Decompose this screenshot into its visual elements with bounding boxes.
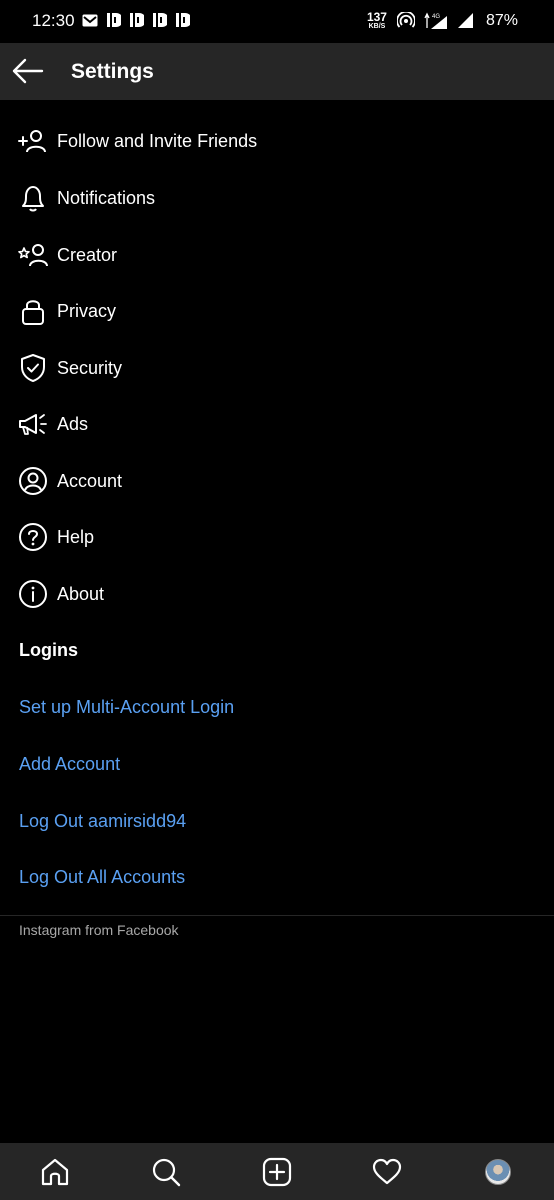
page-title: Settings xyxy=(71,60,154,83)
hotspot-icon xyxy=(396,11,415,28)
bottom-nav xyxy=(0,1143,554,1200)
menu-label-about: About xyxy=(57,583,105,604)
new-post-icon xyxy=(262,1157,292,1187)
menu-item-about[interactable]: About xyxy=(0,566,554,622)
gmail-icon xyxy=(82,14,98,26)
info-circle-icon xyxy=(17,578,49,610)
menu-item-privacy[interactable]: Privacy xyxy=(0,283,554,339)
nav-profile-button[interactable] xyxy=(478,1153,518,1191)
network-speed: 137 KB/S xyxy=(367,11,387,30)
app-bar: Settings xyxy=(0,43,554,100)
battery-level: 87% xyxy=(485,11,518,29)
add-account-link[interactable]: Add Account xyxy=(19,754,120,775)
nav-search-button[interactable] xyxy=(146,1153,186,1191)
menu-item-notifications[interactable]: Notifications xyxy=(0,170,554,226)
heart-icon xyxy=(372,1158,402,1185)
mobile-signal-icon: 4G xyxy=(424,12,447,29)
app-notification-icon xyxy=(176,13,190,27)
nav-home-button[interactable] xyxy=(35,1153,75,1191)
signal-icon xyxy=(457,13,473,28)
status-right: 137 KB/S 4G 87% xyxy=(367,11,518,30)
log-out-all-link[interactable]: Log Out All Accounts xyxy=(19,867,185,888)
network-speed-unit: KB/S xyxy=(368,23,386,30)
bell-icon xyxy=(17,182,49,214)
nav-activity-button[interactable] xyxy=(367,1153,407,1191)
shield-check-icon xyxy=(17,352,49,384)
search-icon xyxy=(152,1158,181,1187)
profile-avatar xyxy=(485,1159,511,1185)
app-notification-icon xyxy=(130,13,144,27)
menu-label-follow-invite: Follow and Invite Friends xyxy=(57,130,258,151)
multi-account-login-link[interactable]: Set up Multi-Account Login xyxy=(19,697,234,718)
nav-new-post-button[interactable] xyxy=(257,1153,297,1191)
menu-label-help: Help xyxy=(57,526,95,547)
menu-label-creator: Creator xyxy=(57,244,118,265)
menu-label-security: Security xyxy=(57,357,123,378)
star-person-icon xyxy=(17,239,49,271)
app-notification-icon xyxy=(107,13,121,27)
add-person-icon xyxy=(17,125,49,157)
menu-item-account[interactable]: Account xyxy=(0,453,554,509)
footer-text: Instagram from Facebook xyxy=(19,922,179,938)
menu-item-help[interactable]: Help xyxy=(0,509,554,565)
status-bar: 12:30 137 KB/S 4G 87% xyxy=(0,0,554,43)
menu-item-creator[interactable]: Creator xyxy=(0,227,554,283)
status-time: 12:30 xyxy=(32,11,75,30)
menu-item-follow-invite[interactable]: Follow and Invite Friends xyxy=(0,113,554,169)
log-out-user-link[interactable]: Log Out aamirsidd94 xyxy=(19,811,186,832)
menu-item-security[interactable]: Security xyxy=(0,340,554,396)
divider xyxy=(0,915,554,916)
menu-label-ads: Ads xyxy=(57,413,89,434)
home-icon xyxy=(41,1158,69,1186)
megaphone-icon xyxy=(17,408,49,440)
menu-label-notifications: Notifications xyxy=(57,187,156,208)
menu-label-privacy: Privacy xyxy=(57,300,117,321)
lock-icon xyxy=(17,295,49,327)
user-circle-icon xyxy=(17,465,49,497)
notification-icons xyxy=(82,13,190,27)
menu-item-ads[interactable]: Ads xyxy=(0,396,554,452)
arrow-left-icon xyxy=(12,58,44,84)
help-circle-icon xyxy=(17,521,49,553)
back-button[interactable] xyxy=(10,55,46,87)
app-notification-icon xyxy=(153,13,167,27)
network-speed-value: 137 xyxy=(366,10,387,24)
menu-label-account: Account xyxy=(57,470,123,491)
network-type-label: 4G xyxy=(432,14,440,20)
logins-section-title: Logins xyxy=(19,640,78,660)
